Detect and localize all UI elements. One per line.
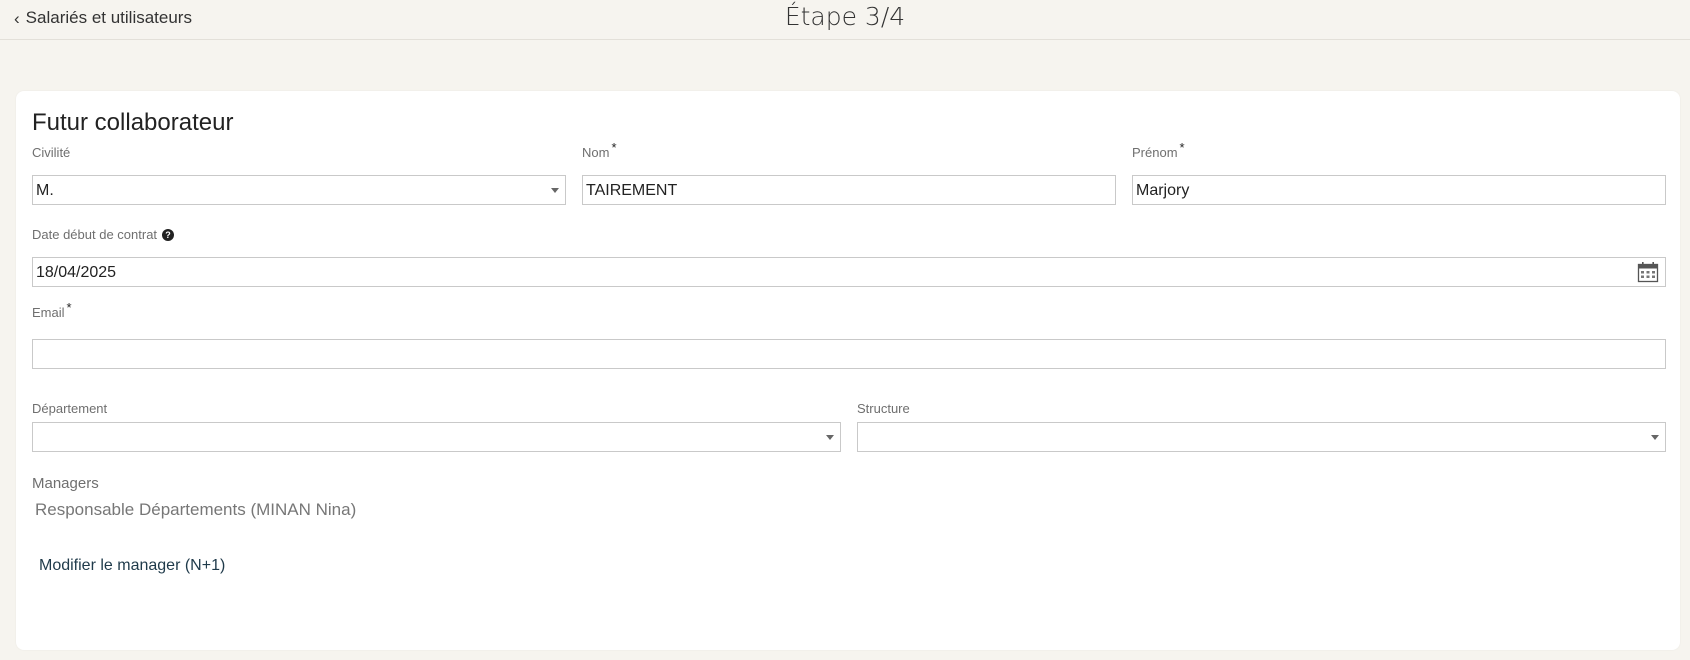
civilite-select[interactable]: M. — [32, 175, 566, 205]
caret-down-icon — [826, 435, 834, 440]
step-title: Étape 3/4 — [784, 2, 906, 31]
required-mark: * — [66, 300, 72, 315]
departement-select[interactable] — [32, 422, 841, 452]
date-debut-value: 18/04/2025 — [36, 264, 117, 281]
managers-label: Managers — [32, 475, 99, 492]
email-label: Email * — [32, 300, 72, 320]
civilite-value: M. — [36, 182, 54, 199]
caret-down-icon — [551, 188, 559, 193]
manager-value: Responsable Départements (MINAN Nina) — [35, 500, 357, 519]
prenom-label: Prénom * — [1132, 140, 1185, 160]
calendar-icon[interactable] — [1637, 261, 1659, 283]
form-card: Futur collaborateur Civilité M. Nom * TAI… — [16, 91, 1680, 650]
question-circle-icon[interactable]: ? — [162, 229, 175, 241]
structure-label: Structure — [857, 401, 910, 416]
form-title: Futur collaborateur — [32, 109, 234, 136]
email-input[interactable] — [32, 339, 1666, 369]
civilite-label: Civilité — [32, 145, 71, 160]
departement-label: Département — [32, 401, 108, 416]
prenom-input[interactable]: Marjory — [1132, 175, 1666, 205]
required-mark: * — [1179, 140, 1185, 155]
required-mark: * — [611, 140, 617, 155]
top-bar: ‹ Salariés et utilisateurs Étape 3/4 — [0, 0, 1690, 40]
modify-manager-button[interactable]: Modifier le manager (N+1) — [39, 557, 225, 575]
nom-input[interactable]: TAIREMENT — [582, 175, 1116, 205]
nom-label: Nom * — [582, 140, 617, 160]
prenom-value: Marjory — [1136, 182, 1190, 199]
date-debut-label: Date début de contrat? — [32, 227, 175, 242]
date-debut-input[interactable]: 18/04/2025 — [32, 257, 1666, 287]
nom-value: TAIREMENT — [586, 182, 678, 199]
structure-select[interactable] — [857, 422, 1666, 452]
caret-down-icon — [1651, 435, 1659, 440]
